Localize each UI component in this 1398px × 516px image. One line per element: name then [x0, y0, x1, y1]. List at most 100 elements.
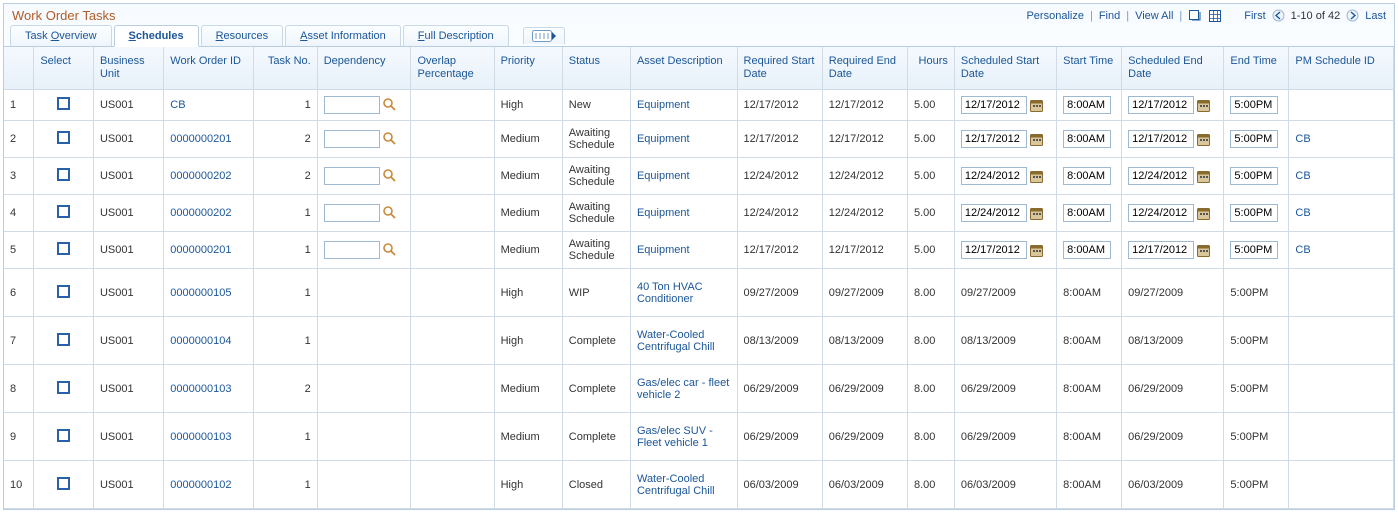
asset-link[interactable]: Equipment	[637, 207, 690, 219]
asset-link[interactable]: Gas/elec car - fleet vehicle 2	[637, 377, 729, 401]
sched-end-input[interactable]	[1128, 241, 1194, 259]
calendar-icon[interactable]	[1029, 169, 1044, 184]
col-dep[interactable]: Dependency	[317, 47, 411, 90]
sched-end-input[interactable]	[1128, 204, 1194, 222]
select-checkbox[interactable]	[57, 285, 70, 298]
pm-schedule-link[interactable]: CB	[1295, 244, 1310, 256]
dependency-input[interactable]	[324, 204, 380, 222]
first-link[interactable]: First	[1244, 10, 1265, 22]
prev-page-icon[interactable]	[1272, 9, 1285, 22]
end-time-input[interactable]	[1230, 130, 1278, 148]
end-time-input[interactable]	[1230, 167, 1278, 185]
col-hours[interactable]: Hours	[907, 47, 954, 90]
col-task[interactable]: Task No.	[253, 47, 317, 90]
dependency-input[interactable]	[324, 167, 380, 185]
col-status[interactable]: Status	[562, 47, 630, 90]
sched-start-input[interactable]	[961, 130, 1027, 148]
tab-task-overview[interactable]: Task Overview	[10, 25, 112, 46]
lookup-icon[interactable]	[382, 131, 398, 147]
last-link[interactable]: Last	[1365, 10, 1386, 22]
asset-link[interactable]: Equipment	[637, 244, 690, 256]
col-req-start[interactable]: Required Start Date	[737, 47, 822, 90]
work-order-link[interactable]: 0000000104	[170, 335, 231, 347]
show-all-columns-icon[interactable]	[523, 27, 565, 44]
calendar-icon[interactable]	[1196, 98, 1211, 113]
start-time-input[interactable]	[1063, 96, 1111, 114]
work-order-link[interactable]: 0000000201	[170, 244, 231, 256]
work-order-link[interactable]: 0000000102	[170, 479, 231, 491]
sched-start-input[interactable]	[961, 241, 1027, 259]
work-order-link[interactable]: 0000000103	[170, 431, 231, 443]
personalize-link[interactable]: Personalize	[1026, 10, 1083, 22]
asset-link[interactable]: Water-Cooled Centrifugal Chill	[637, 329, 715, 353]
col-select[interactable]: Select	[34, 47, 94, 90]
select-checkbox[interactable]	[57, 477, 70, 490]
calendar-icon[interactable]	[1029, 206, 1044, 221]
select-checkbox[interactable]	[57, 242, 70, 255]
asset-link[interactable]: 40 Ton HVAC Conditioner	[637, 281, 703, 305]
sched-start-input[interactable]	[961, 204, 1027, 222]
lookup-icon[interactable]	[382, 97, 398, 113]
select-checkbox[interactable]	[57, 381, 70, 394]
col-overlap[interactable]: Overlap Percentage	[411, 47, 494, 90]
sched-start-input[interactable]	[961, 167, 1027, 185]
col-bu[interactable]: Business Unit	[93, 47, 163, 90]
col-asset[interactable]: Asset Description	[630, 47, 737, 90]
start-time-input[interactable]	[1063, 167, 1111, 185]
start-time-input[interactable]	[1063, 204, 1111, 222]
select-checkbox[interactable]	[57, 131, 70, 144]
lookup-icon[interactable]	[382, 168, 398, 184]
next-page-icon[interactable]	[1346, 9, 1359, 22]
col-pm[interactable]: PM Schedule ID	[1289, 47, 1394, 90]
dependency-input[interactable]	[324, 241, 380, 259]
calendar-icon[interactable]	[1196, 206, 1211, 221]
calendar-icon[interactable]	[1196, 132, 1211, 147]
start-time-input[interactable]	[1063, 241, 1111, 259]
end-time-input[interactable]	[1230, 204, 1278, 222]
calendar-icon[interactable]	[1196, 243, 1211, 258]
col-priority[interactable]: Priority	[494, 47, 562, 90]
work-order-link[interactable]: 0000000202	[170, 170, 231, 182]
tab-schedules[interactable]: Schedules	[114, 25, 199, 47]
work-order-link[interactable]: 0000000202	[170, 207, 231, 219]
lookup-icon[interactable]	[382, 242, 398, 258]
tab-asset-information[interactable]: Asset Information	[285, 25, 401, 46]
end-time-input[interactable]	[1230, 96, 1278, 114]
sched-end-input[interactable]	[1128, 130, 1194, 148]
start-time-input[interactable]	[1063, 130, 1111, 148]
col-req-end[interactable]: Required End Date	[822, 47, 907, 90]
col-start-time[interactable]: Start Time	[1057, 47, 1122, 90]
select-checkbox[interactable]	[57, 168, 70, 181]
calendar-icon[interactable]	[1029, 132, 1044, 147]
download-grid-icon[interactable]	[1208, 9, 1222, 23]
work-order-link[interactable]: 0000000105	[170, 287, 231, 299]
pm-schedule-link[interactable]: CB	[1295, 170, 1310, 182]
work-order-link[interactable]: CB	[170, 99, 185, 111]
calendar-icon[interactable]	[1029, 98, 1044, 113]
calendar-icon[interactable]	[1196, 169, 1211, 184]
col-sched-end[interactable]: Scheduled End Date	[1122, 47, 1224, 90]
end-time-input[interactable]	[1230, 241, 1278, 259]
select-checkbox[interactable]	[57, 205, 70, 218]
dependency-input[interactable]	[324, 130, 380, 148]
col-wo[interactable]: Work Order ID	[164, 47, 254, 90]
col-end-time[interactable]: End Time	[1224, 47, 1289, 90]
lookup-icon[interactable]	[382, 205, 398, 221]
select-checkbox[interactable]	[57, 333, 70, 346]
sched-end-input[interactable]	[1128, 96, 1194, 114]
asset-link[interactable]: Gas/elec SUV - Fleet vehicle 1	[637, 425, 713, 449]
asset-link[interactable]: Equipment	[637, 170, 690, 182]
pm-schedule-link[interactable]: CB	[1295, 133, 1310, 145]
work-order-link[interactable]: 0000000103	[170, 383, 231, 395]
col-sched-start[interactable]: Scheduled Start Date	[954, 47, 1056, 90]
asset-link[interactable]: Equipment	[637, 133, 690, 145]
select-checkbox[interactable]	[57, 429, 70, 442]
calendar-icon[interactable]	[1029, 243, 1044, 258]
sched-end-input[interactable]	[1128, 167, 1194, 185]
find-link[interactable]: Find	[1099, 10, 1120, 22]
sched-start-input[interactable]	[961, 96, 1027, 114]
tab-resources[interactable]: Resources	[201, 25, 284, 46]
asset-link[interactable]: Equipment	[637, 99, 690, 111]
tab-full-description[interactable]: Full Description	[403, 25, 509, 46]
select-checkbox[interactable]	[57, 97, 70, 110]
